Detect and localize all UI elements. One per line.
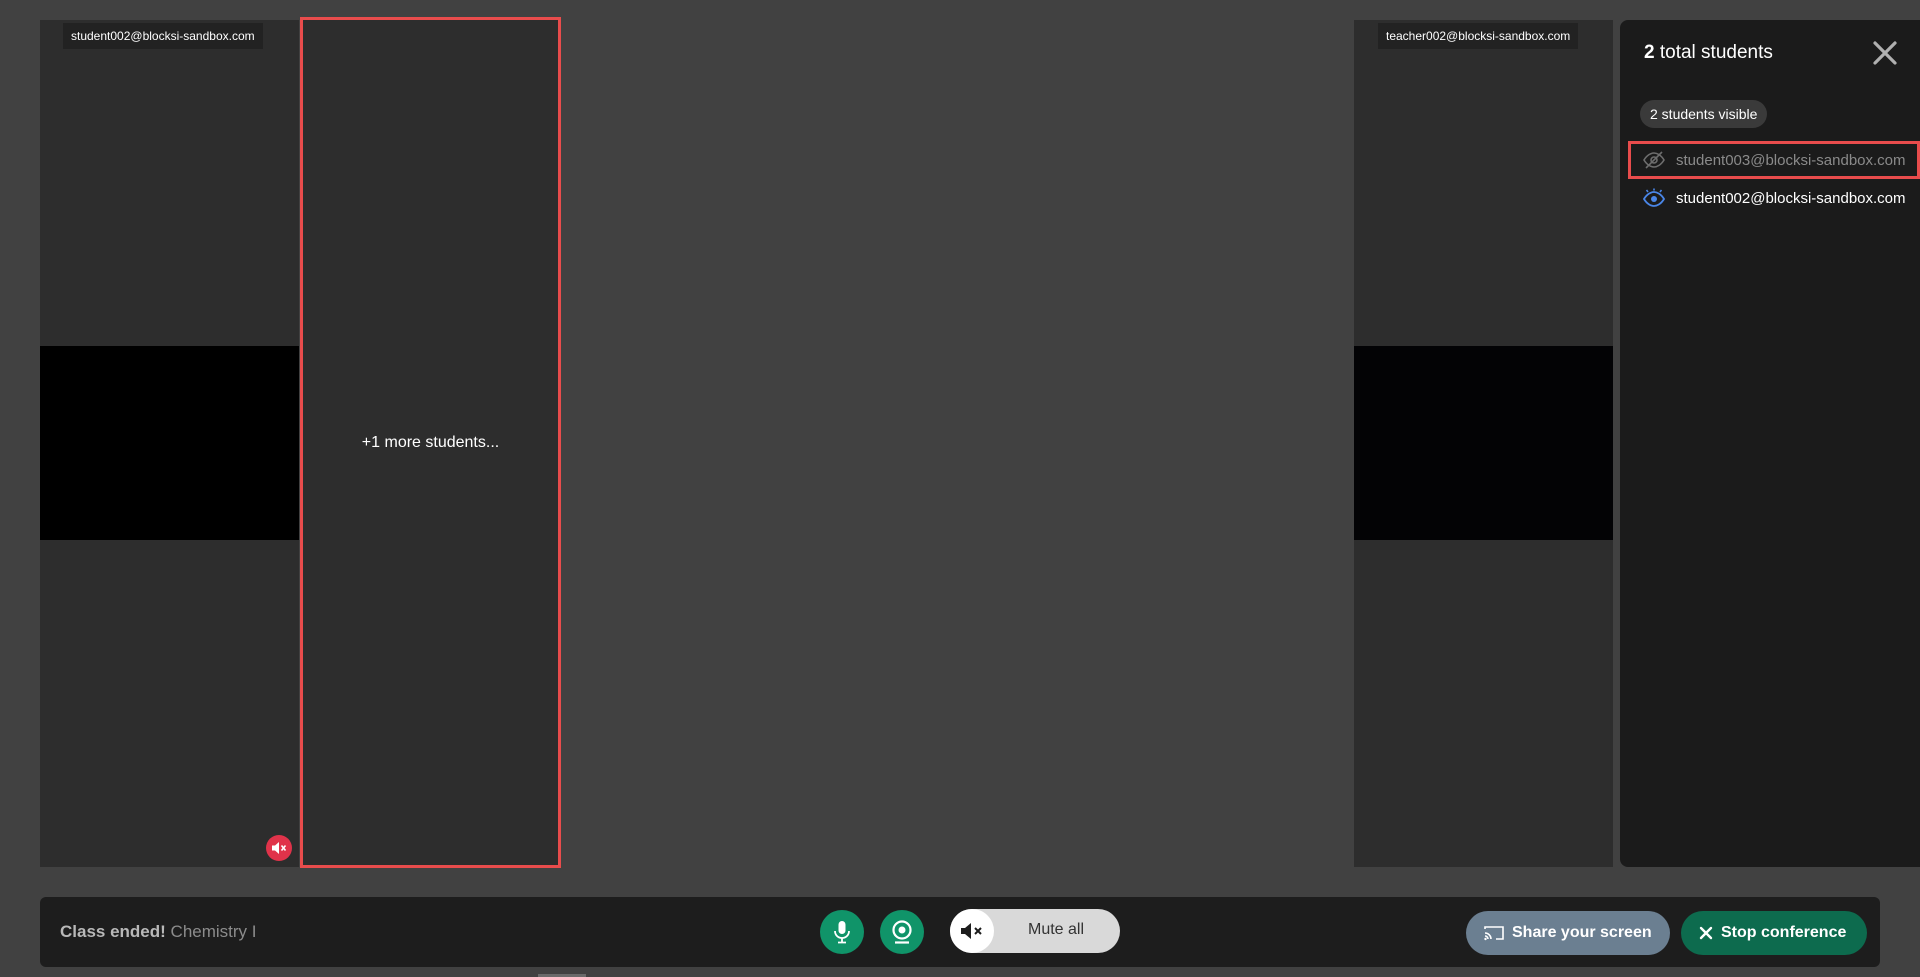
- speaker-muted-icon: [272, 842, 287, 854]
- total-students-count: 2: [1644, 42, 1655, 63]
- total-students-label: total students: [1659, 42, 1773, 63]
- student-email: student003@blocksi-sandbox.com: [1676, 151, 1906, 169]
- mute-all-label: Mute all: [1028, 921, 1085, 938]
- close-icon: [1873, 41, 1897, 65]
- participant-name-tag: teacher002@blocksi-sandbox.com: [1378, 23, 1579, 49]
- eye-off-icon[interactable]: [1642, 150, 1666, 170]
- close-panel-button[interactable]: [1868, 36, 1902, 70]
- control-bar: Class ended! Chemistry I Mute all Share …: [40, 897, 1880, 967]
- student-row[interactable]: student002@blocksi-sandbox.com: [1628, 179, 1920, 217]
- more-students-label: +1 more students...: [361, 433, 500, 451]
- class-ended-label: Class ended!: [60, 922, 166, 941]
- share-screen-button[interactable]: Share your screen: [1466, 911, 1670, 955]
- microphone-button[interactable]: [820, 910, 864, 954]
- stop-conference-button[interactable]: Stop conference: [1681, 911, 1867, 955]
- stop-conference-label: Stop conference: [1721, 924, 1847, 941]
- mute-all-toggle[interactable]: Mute all: [950, 909, 1120, 953]
- students-panel: 2 total students 2 students visible stud…: [1620, 20, 1920, 867]
- camera-button[interactable]: [880, 910, 924, 954]
- video-feed: [40, 346, 299, 540]
- students-visible-chip[interactable]: 2 students visible: [1640, 100, 1768, 128]
- speaker-muted-icon: [961, 923, 982, 939]
- eye-icon[interactable]: [1642, 188, 1666, 208]
- more-students-tile[interactable]: +1 more students...: [300, 17, 561, 868]
- webcam-icon: [892, 920, 912, 944]
- cast-icon: [1484, 926, 1504, 941]
- panel-title: 2 total students: [1644, 42, 1773, 64]
- share-screen-label: Share your screen: [1512, 924, 1652, 941]
- microphone-icon: [834, 921, 850, 944]
- student-email: student002@blocksi-sandbox.com: [1676, 189, 1906, 207]
- video-tile-teacher[interactable]: teacher002@blocksi-sandbox.com: [1354, 20, 1613, 867]
- video-tile-student002[interactable]: student002@blocksi-sandbox.com: [40, 20, 299, 867]
- mute-all-knob: [950, 909, 994, 953]
- conference-stage: student002@blocksi-sandbox.com +1 more s…: [0, 0, 1920, 977]
- class-status: Class ended! Chemistry I: [60, 922, 257, 942]
- video-feed: [1354, 346, 1613, 540]
- participant-name-tag: student002@blocksi-sandbox.com: [63, 23, 263, 49]
- student-row[interactable]: student003@blocksi-sandbox.com: [1628, 141, 1920, 179]
- class-name: Chemistry I: [170, 922, 257, 941]
- close-icon: [1699, 926, 1713, 940]
- mic-muted-badge: [266, 835, 292, 861]
